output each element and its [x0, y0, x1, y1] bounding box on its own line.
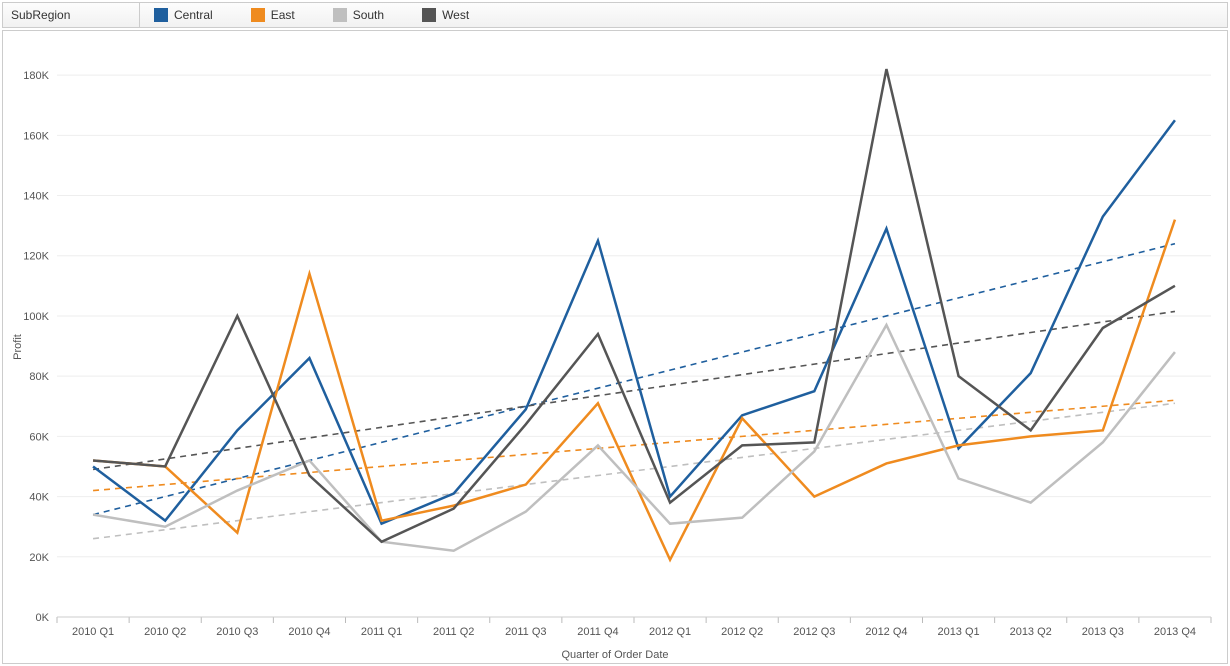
swatch-icon: [422, 8, 436, 22]
y-axis-label: Profit: [12, 334, 24, 360]
svg-text:120K: 120K: [23, 251, 49, 263]
svg-text:2013 Q3: 2013 Q3: [1082, 626, 1124, 638]
svg-text:2011 Q1: 2011 Q1: [361, 626, 402, 638]
svg-text:80K: 80K: [29, 371, 49, 383]
svg-text:2010 Q4: 2010 Q4: [288, 626, 330, 638]
legend-item-west[interactable]: West: [408, 3, 493, 27]
svg-text:2013 Q1: 2013 Q1: [937, 626, 979, 638]
svg-text:2011 Q3: 2011 Q3: [505, 626, 546, 638]
svg-text:2012 Q3: 2012 Q3: [793, 626, 835, 638]
svg-text:2013 Q2: 2013 Q2: [1010, 626, 1052, 638]
svg-text:180K: 180K: [23, 70, 49, 82]
svg-text:2012 Q1: 2012 Q1: [649, 626, 691, 638]
series-line-central[interactable]: [93, 120, 1175, 523]
legend-title: SubRegion: [3, 3, 140, 27]
chart-area: Profit 0K 20K 40K 60K 80K 100K 120K 140K 160K 180…: [2, 30, 1228, 664]
legend-label: West: [442, 8, 469, 22]
swatch-icon: [154, 8, 168, 22]
series-line-east[interactable]: [93, 220, 1175, 560]
svg-text:40K: 40K: [29, 492, 49, 504]
swatch-icon: [251, 8, 265, 22]
svg-text:2010 Q3: 2010 Q3: [216, 626, 258, 638]
svg-text:0K: 0K: [36, 612, 50, 624]
svg-text:100K: 100K: [23, 311, 49, 323]
legend-item-east[interactable]: East: [237, 3, 319, 27]
svg-text:2010 Q1: 2010 Q1: [72, 626, 114, 638]
chart-svg: 0K 20K 40K 60K 80K 100K 120K 140K 160K 180K 2010 Q…: [3, 31, 1227, 663]
legend-label: South: [353, 8, 384, 22]
svg-text:160K: 160K: [23, 130, 49, 142]
svg-text:2011 Q4: 2011 Q4: [577, 626, 618, 638]
swatch-icon: [333, 8, 347, 22]
legend-label: East: [271, 8, 295, 22]
svg-text:60K: 60K: [29, 431, 49, 443]
svg-text:2012 Q4: 2012 Q4: [865, 626, 907, 638]
svg-text:2013 Q4: 2013 Q4: [1154, 626, 1196, 638]
svg-text:2012 Q2: 2012 Q2: [721, 626, 763, 638]
svg-text:2010 Q2: 2010 Q2: [144, 626, 186, 638]
legend-bar: SubRegion Central East South West: [2, 2, 1228, 28]
trend-line-central: [93, 244, 1175, 515]
svg-text:20K: 20K: [29, 552, 49, 564]
svg-text:140K: 140K: [23, 191, 49, 203]
legend-label: Central: [174, 8, 213, 22]
legend-item-central[interactable]: Central: [140, 3, 237, 27]
x-axis-label: Quarter of Order Date: [3, 649, 1227, 661]
svg-text:2011 Q2: 2011 Q2: [433, 626, 474, 638]
legend-item-south[interactable]: South: [319, 3, 408, 27]
